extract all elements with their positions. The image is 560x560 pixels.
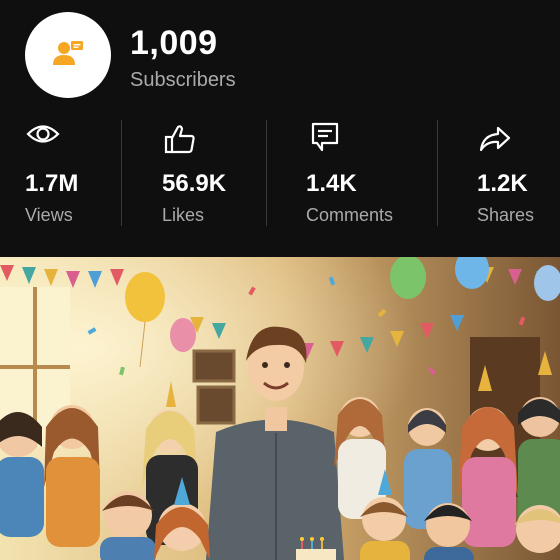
comments-value: 1.4K <box>306 170 357 197</box>
video-thumbnail[interactable] <box>0 257 560 560</box>
likes-value: 56.9K <box>162 170 227 197</box>
divider <box>437 120 438 226</box>
divider <box>121 120 122 226</box>
channel-header: 1,009 Subscribers <box>0 0 560 110</box>
party-illustration <box>0 257 560 560</box>
views-value: 1.7M <box>25 170 79 197</box>
shares-label: Shares <box>477 205 535 225</box>
stats-row: 1.7M Views 56.9K Likes 1.4K Comments 1.2… <box>0 112 560 237</box>
eye-icon <box>26 125 60 143</box>
channel-avatar[interactable] <box>25 12 111 98</box>
shares-value: 1.2K <box>477 170 528 197</box>
thumbs-up-icon <box>164 125 195 154</box>
person-badge-icon <box>53 41 83 65</box>
divider <box>266 120 267 226</box>
views-label: Views <box>25 205 73 225</box>
share-icon <box>479 126 511 152</box>
subscriber-count: 1,009 <box>130 24 218 62</box>
comment-icon <box>311 122 339 152</box>
likes-label: Likes <box>162 205 205 225</box>
subscriber-label: Subscribers <box>130 69 236 91</box>
comments-label: Comments <box>306 205 394 225</box>
